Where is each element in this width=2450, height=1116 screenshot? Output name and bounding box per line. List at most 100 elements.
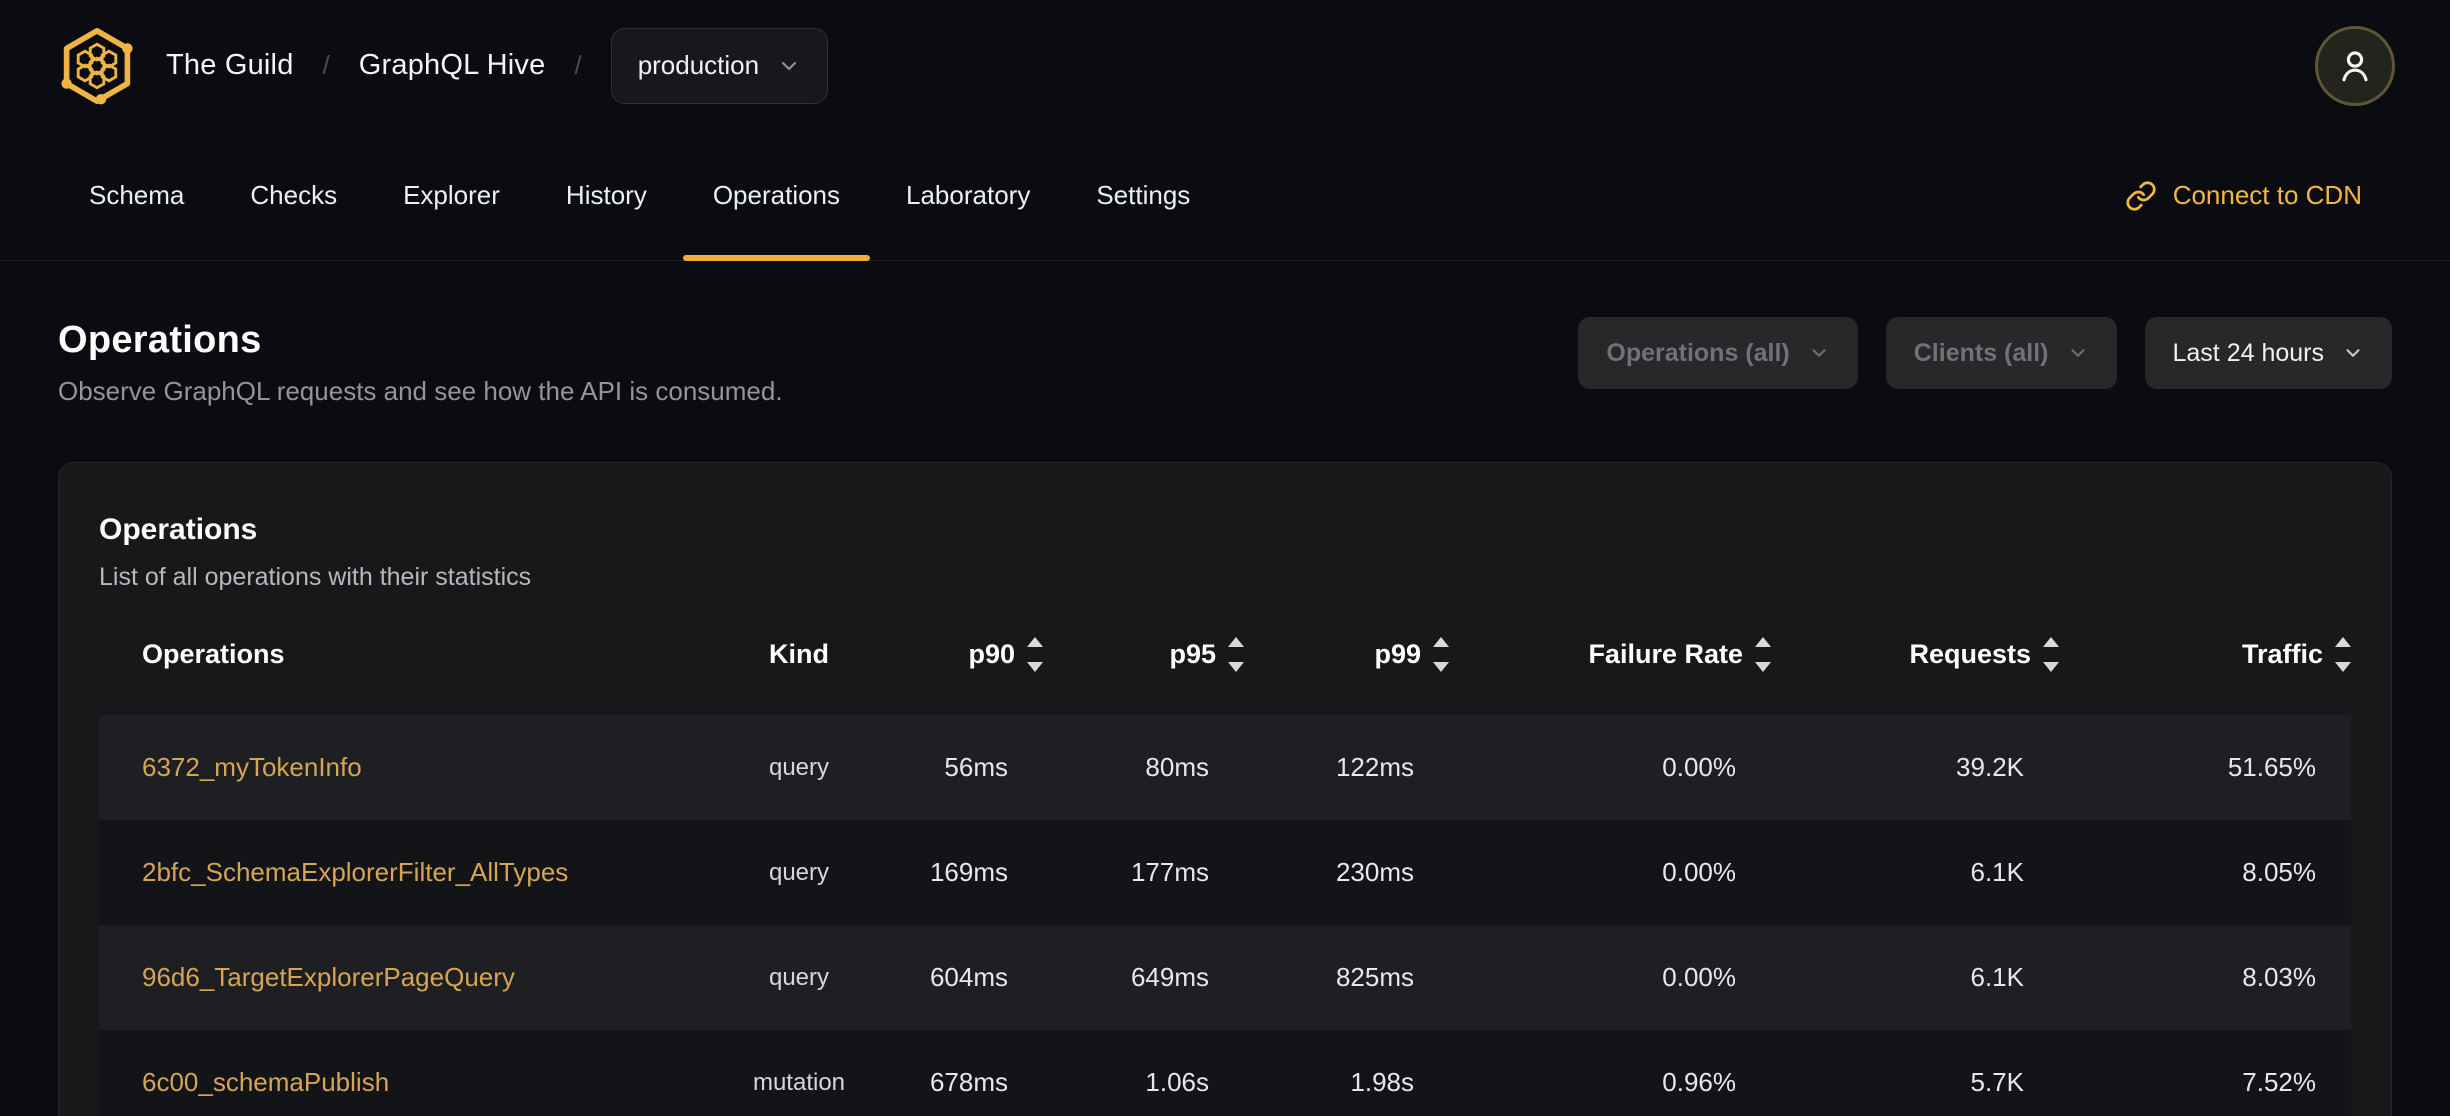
cell-value-p90: 169ms bbox=[929, 857, 1008, 887]
column-label: Failure Rate bbox=[1588, 638, 1743, 669]
cell-value-kind: query bbox=[768, 753, 830, 781]
sort-desc-icon bbox=[2335, 661, 2351, 672]
table-body: 6372_myTokenInfo query 56ms 80ms 122ms 0.00% 3… bbox=[99, 715, 2351, 1116]
clients-filter-label: Clients (all) bbox=[1913, 338, 2049, 367]
cell-value-failure_rate: 0.00% bbox=[1662, 962, 1736, 992]
column-label: Kind bbox=[769, 638, 829, 669]
sort-asc-icon bbox=[1228, 636, 1244, 647]
cell-value-failure_rate: 0.96% bbox=[1662, 1067, 1736, 1097]
cell-value-kind: query bbox=[768, 963, 830, 991]
operations-card: Operations List of all operations with t… bbox=[58, 462, 2392, 1116]
table-header-row: Operations Kind p90 p95 p99 Failure Rate Reque… bbox=[99, 621, 2351, 687]
sort-icon[interactable] bbox=[1228, 636, 1244, 672]
operation-link[interactable]: 6c00_schemaPublish bbox=[142, 1067, 389, 1097]
tab-explorer[interactable]: Explorer bbox=[403, 131, 500, 260]
cell-value-p99: 1.98s bbox=[1350, 1067, 1414, 1097]
sort-icon[interactable] bbox=[1027, 636, 1043, 672]
tab-history[interactable]: History bbox=[566, 131, 647, 260]
user-avatar[interactable] bbox=[2315, 25, 2395, 106]
cell-failure_rate: 0.00% bbox=[1449, 752, 1771, 783]
cell-name: 2bfc_SchemaExplorerFilter_AllTypes bbox=[99, 857, 719, 888]
column-header-kind: Kind bbox=[719, 639, 879, 670]
top-header: The Guild / GraphQL Hive / production bbox=[0, 0, 2450, 131]
cell-value-requests: 5.7K bbox=[1970, 1067, 2025, 1097]
target-selector[interactable]: production bbox=[610, 27, 829, 104]
tab-checks[interactable]: Checks bbox=[250, 131, 337, 260]
column-header-requests[interactable]: Requests bbox=[1771, 636, 2059, 672]
sort-desc-icon bbox=[1228, 661, 1244, 672]
table-row: 6372_myTokenInfo query 56ms 80ms 122ms 0.00% 3… bbox=[99, 715, 2351, 820]
sort-asc-icon bbox=[1755, 636, 1771, 647]
tab-operations[interactable]: Operations bbox=[682, 131, 871, 261]
cell-p99: 230ms bbox=[1244, 857, 1449, 888]
card-subtitle: List of all operations with their statis… bbox=[99, 563, 532, 591]
clients-filter-dropdown[interactable]: Clients (all) bbox=[1885, 317, 2117, 389]
sort-icon[interactable] bbox=[2335, 636, 2351, 672]
column-header-p95[interactable]: p95 bbox=[1043, 636, 1244, 672]
operation-link[interactable]: 2bfc_SchemaExplorerFilter_AllTypes bbox=[142, 857, 568, 887]
user-icon bbox=[2342, 50, 2368, 81]
cell-p90: 678ms bbox=[879, 1067, 1043, 1098]
sort-asc-icon bbox=[1433, 636, 1449, 647]
sort-icon[interactable] bbox=[1755, 636, 1771, 672]
chevron-down-icon bbox=[1812, 349, 1826, 357]
column-header-traffic[interactable]: Traffic bbox=[2059, 636, 2351, 672]
table-row: 6c00_schemaPublish mutation 678ms 1.06s 1.98… bbox=[99, 1030, 2351, 1116]
cell-value-requests: 39.2K bbox=[1956, 752, 2024, 782]
cell-kind: query bbox=[719, 754, 879, 782]
cell-value-traffic: 8.05% bbox=[2242, 857, 2316, 887]
period-filter-dropdown[interactable]: Last 24 hours bbox=[2144, 317, 2392, 389]
cell-value-traffic: 8.03% bbox=[2242, 962, 2316, 992]
table-row: 2bfc_SchemaExplorerFilter_AllTypes query 1… bbox=[99, 820, 2351, 925]
breadcrumb-project[interactable]: GraphQL Hive bbox=[359, 49, 546, 82]
cell-value-p95: 649ms bbox=[1130, 962, 1209, 992]
tab-settings[interactable]: Settings bbox=[1096, 131, 1190, 260]
cell-p99: 825ms bbox=[1244, 962, 1449, 993]
cell-p99: 1.98s bbox=[1244, 1067, 1449, 1098]
cell-failure_rate: 0.00% bbox=[1449, 962, 1771, 993]
cell-requests: 39.2K bbox=[1771, 752, 2059, 783]
cell-value-kind: mutation bbox=[752, 1068, 846, 1096]
column-header-failure_rate[interactable]: Failure Rate bbox=[1449, 636, 1771, 672]
cell-value-traffic: 7.52% bbox=[2242, 1067, 2316, 1097]
column-label: Requests bbox=[1909, 638, 2031, 669]
cell-kind: mutation bbox=[719, 1069, 879, 1097]
cell-p90: 56ms bbox=[879, 752, 1043, 783]
operations-table: Operations Kind p90 p95 p99 Failure Rate Reque… bbox=[99, 621, 2351, 1116]
operations-filter-dropdown[interactable]: Operations (all) bbox=[1578, 317, 1858, 389]
cell-p95: 177ms bbox=[1043, 857, 1244, 888]
cell-value-p99: 825ms bbox=[1335, 962, 1414, 992]
cell-requests: 6.1K bbox=[1771, 857, 2059, 888]
page-title-block: Operations Observe GraphQL requests and … bbox=[58, 317, 783, 407]
main-nav: Schema Checks Explorer History Operations Lab… bbox=[0, 131, 2450, 261]
cell-name: 96d6_TargetExplorerPageQuery bbox=[99, 962, 719, 993]
sort-icon[interactable] bbox=[1433, 636, 1449, 672]
page-title: Operations bbox=[58, 319, 262, 361]
breadcrumb-org[interactable]: The Guild bbox=[166, 49, 294, 82]
hive-logo-icon[interactable] bbox=[57, 26, 137, 106]
tab-schema[interactable]: Schema bbox=[89, 131, 184, 260]
breadcrumb-separator: / bbox=[322, 50, 330, 80]
app-root: The Guild / GraphQL Hive / production Sc… bbox=[0, 0, 2450, 1116]
cell-value-kind: query bbox=[768, 858, 830, 886]
period-filter-label: Last 24 hours bbox=[2172, 338, 2325, 367]
cell-p95: 80ms bbox=[1043, 752, 1244, 783]
sort-desc-icon bbox=[1433, 661, 1449, 672]
tab-laboratory[interactable]: Laboratory bbox=[906, 131, 1030, 260]
cell-traffic: 51.65% bbox=[2059, 752, 2351, 783]
connect-cdn-link[interactable]: Connect to CDN bbox=[2125, 180, 2362, 212]
column-header-p99[interactable]: p99 bbox=[1244, 636, 1449, 672]
cell-value-failure_rate: 0.00% bbox=[1662, 752, 1736, 782]
column-label: Operations bbox=[142, 638, 285, 669]
operation-link[interactable]: 6372_myTokenInfo bbox=[142, 752, 362, 782]
column-header-p90[interactable]: p90 bbox=[879, 636, 1043, 672]
operations-filter-label: Operations (all) bbox=[1606, 338, 1790, 367]
column-label: Traffic bbox=[2241, 638, 2323, 669]
cell-p95: 649ms bbox=[1043, 962, 1244, 993]
sort-icon[interactable] bbox=[2043, 636, 2059, 672]
breadcrumb: The Guild / GraphQL Hive / production bbox=[57, 26, 829, 106]
cell-value-failure_rate: 0.00% bbox=[1662, 857, 1736, 887]
cell-name: 6372_myTokenInfo bbox=[99, 752, 719, 783]
operation-link[interactable]: 96d6_TargetExplorerPageQuery bbox=[142, 962, 515, 992]
cell-p90: 604ms bbox=[879, 962, 1043, 993]
